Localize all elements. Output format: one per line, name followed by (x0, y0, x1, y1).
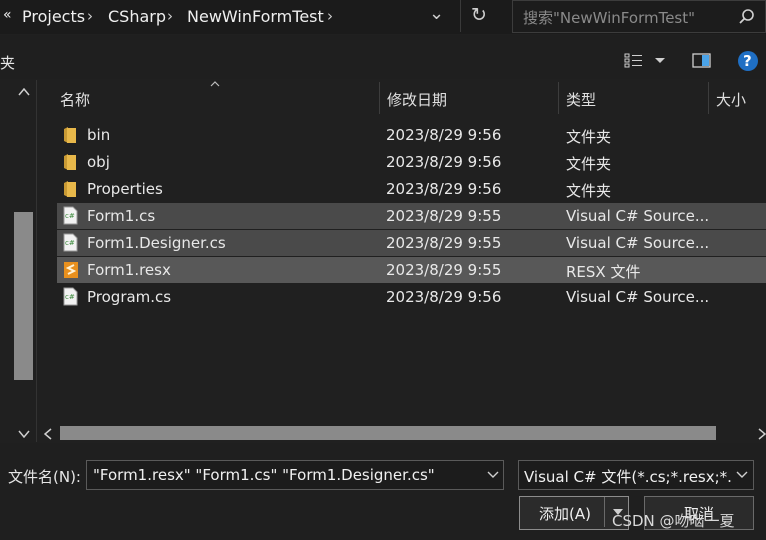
scroll-right-icon[interactable] (758, 428, 766, 440)
file-modified: 2023/8/29 9:56 (386, 180, 502, 198)
file-type: 文件夹 (566, 155, 612, 173)
svg-text:c#: c# (65, 212, 75, 220)
breadcrumb-csharp[interactable]: CSharp (108, 7, 166, 26)
file-row-form1-resx[interactable]: Form1.resx 2023/8/29 9:55 RESX 文件 (57, 257, 766, 283)
file-type: Visual C# Source... (566, 234, 710, 252)
file-name: Form1.resx (87, 261, 171, 279)
file-row-properties[interactable]: Properties 2023/8/29 9:56 文件夹 (57, 176, 766, 202)
chevron-down-icon[interactable] (487, 471, 499, 479)
search-input[interactable]: 搜索"NewWinFormTest" (523, 7, 695, 28)
pane-divider[interactable] (36, 80, 37, 442)
file-modified: 2023/8/29 9:56 (386, 288, 502, 306)
filetype-arrow-area (731, 461, 753, 489)
address-history-dropdown-icon[interactable]: ⌄ (429, 3, 444, 24)
file-name: bin (87, 126, 111, 144)
column-divider[interactable] (558, 82, 559, 114)
breadcrumb-separator-icon[interactable]: › (327, 7, 333, 25)
csharp-file-icon: c# (63, 206, 78, 225)
column-divider[interactable] (379, 82, 380, 114)
column-header-modified[interactable]: 修改日期 (387, 89, 447, 125)
file-modified: 2023/8/29 9:56 (386, 126, 502, 144)
preview-pane-icon[interactable] (692, 53, 712, 69)
svg-text:c#: c# (65, 293, 75, 301)
sort-ascending-icon (210, 81, 220, 87)
column-divider[interactable] (708, 82, 709, 114)
filename-combobox[interactable]: "Form1.resx" "Form1.cs" "Form1.Designer.… (86, 460, 504, 490)
file-row-form1-cs[interactable]: c# Form1.cs 2023/8/29 9:55 Visual C# Sou… (57, 203, 766, 229)
file-modified: 2023/8/29 9:55 (386, 261, 502, 279)
file-modified: 2023/8/29 9:56 (386, 153, 502, 171)
file-name: Properties (87, 180, 163, 198)
folder-icon (64, 127, 76, 143)
breadcrumb-overflow-button[interactable]: « (3, 7, 12, 23)
file-modified: 2023/8/29 9:55 (386, 207, 502, 225)
watermark: CSDN @吻啮一夏 (612, 512, 735, 530)
breadcrumb-separator-icon[interactable]: › (167, 7, 173, 25)
add-button-label: 添加(A) (539, 505, 591, 523)
file-row-form1-designer-cs[interactable]: c# Form1.Designer.cs 2023/8/29 9:55 Visu… (57, 230, 766, 256)
file-modified: 2023/8/29 9:55 (386, 234, 502, 252)
view-options-icon[interactable] (624, 53, 644, 69)
sidebar-scroll-down-icon[interactable] (18, 430, 30, 438)
file-name: Program.cs (87, 288, 172, 306)
address-bar-area: « Projects › CSharp › NewWinFormTest › ⌄… (0, 0, 766, 34)
filename-label: 文件名(N): (8, 468, 81, 486)
file-name: obj (87, 153, 110, 171)
file-type: RESX 文件 (566, 263, 641, 281)
search-icon[interactable] (739, 9, 755, 25)
breadcrumb-separator-icon[interactable]: › (87, 7, 93, 25)
sidebar-scroll-up-icon[interactable] (18, 88, 30, 96)
svg-text:c#: c# (65, 239, 75, 247)
filename-input[interactable]: "Form1.resx" "Form1.cs" "Form1.Designer.… (93, 466, 435, 484)
csharp-file-icon: c# (63, 233, 78, 252)
breadcrumb-newwinformtest[interactable]: NewWinFormTest (187, 7, 324, 26)
file-row-obj[interactable]: obj 2023/8/29 9:56 文件夹 (57, 149, 766, 175)
view-dropdown-icon[interactable] (654, 57, 666, 65)
csharp-file-icon: c# (63, 287, 78, 306)
new-folder-label[interactable]: 夹 (0, 52, 15, 73)
file-type: Visual C# Source... (566, 207, 710, 225)
file-row-program-cs[interactable]: c# Program.cs 2023/8/29 9:56 Visual C# S… (57, 284, 766, 310)
filetype-value: Visual C# 文件(*.cs;*.resx;*.re (524, 468, 748, 486)
file-type: 文件夹 (566, 182, 612, 200)
folder-icon (64, 181, 76, 197)
resx-file-icon (64, 262, 78, 278)
scroll-left-icon[interactable] (44, 428, 52, 440)
file-type: Visual C# Source... (566, 288, 710, 306)
file-name: Form1.Designer.cs (87, 234, 226, 252)
breadcrumb-projects[interactable]: Projects (22, 7, 85, 26)
add-button-main[interactable]: 添加(A) (520, 497, 605, 527)
address-bar[interactable]: « Projects › CSharp › NewWinFormTest › ⌄ (0, 0, 462, 34)
sidebar-scrollbar-thumb[interactable] (14, 212, 33, 380)
refresh-icon: ↻ (471, 4, 487, 26)
folder-icon (64, 154, 76, 170)
file-row-bin[interactable]: bin 2023/8/29 9:56 文件夹 (57, 122, 766, 148)
column-header-name[interactable]: 名称 (60, 89, 90, 125)
horizontal-scrollbar-thumb[interactable] (60, 426, 716, 440)
search-box[interactable]: 搜索"NewWinFormTest" (512, 0, 766, 33)
chevron-down-icon (736, 471, 748, 478)
file-type: 文件夹 (566, 128, 612, 146)
refresh-button[interactable]: ↻ (460, 0, 503, 32)
help-icon[interactable]: ? (738, 51, 758, 71)
file-name: Form1.cs (87, 207, 156, 225)
column-header-type[interactable]: 类型 (566, 89, 596, 125)
toolbar: 夹 ? (0, 35, 766, 79)
column-header-size[interactable]: 大小 (716, 89, 746, 125)
filetype-select[interactable]: Visual C# 文件(*.cs;*.resx;*.re (518, 460, 754, 490)
